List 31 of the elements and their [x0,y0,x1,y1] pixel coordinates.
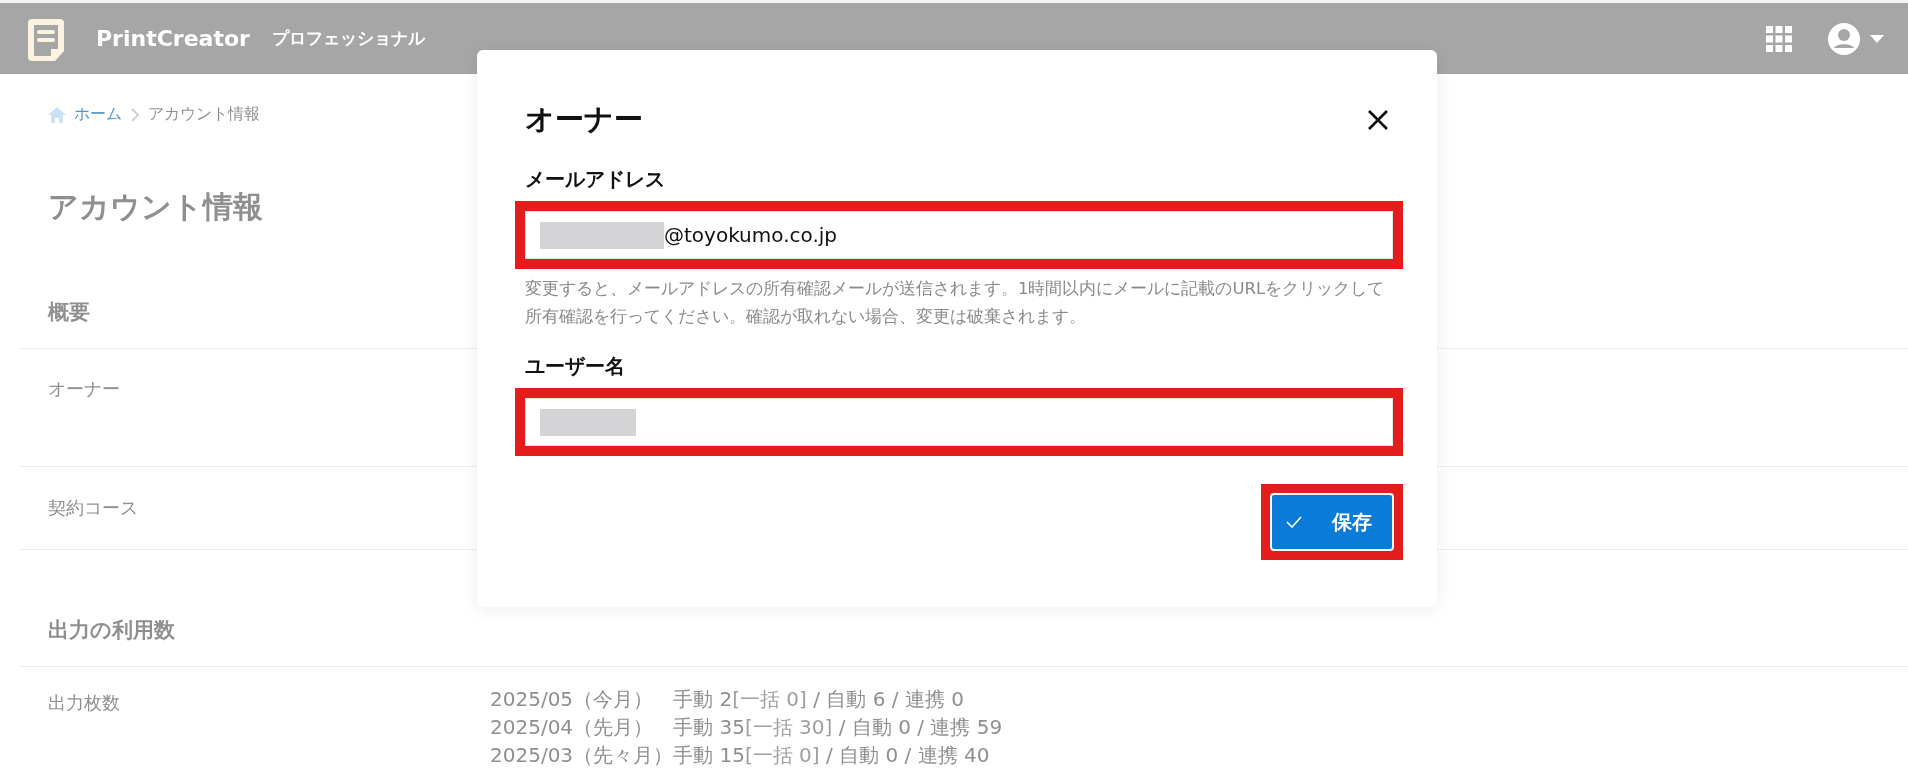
apps-grid-icon[interactable] [1766,25,1792,52]
close-icon[interactable] [1367,109,1389,131]
field-label: メールアドレス [525,166,666,193]
field-label: ユーザー名 [525,353,626,380]
usage-counts: 手動 2[一括 0] / 自動 6 / 連携 0 [673,686,965,713]
app-name: PrintCreator [96,26,250,51]
usage-month: 2025/03（先々月） [490,742,674,769]
save-button[interactable]: 保存 [1270,493,1394,551]
section-heading: 概要 [48,299,90,326]
row-label: オーナー [48,377,121,401]
chevron-icon [130,107,140,122]
usage-counts: 手動 15[一括 0] / 自動 0 / 連携 40 [673,742,991,769]
input-field[interactable]: @toyokumo.co.jp [525,211,1393,259]
usage-month: 2025/04（先月） [490,714,655,741]
usage-month: 2025/05（今月） [490,686,655,713]
usage-counts: 手動 35[一括 30] / 自動 0 / 連携 59 [673,714,1003,741]
dialog-title: オーナー [525,101,643,138]
page-title: アカウント情報 [48,188,263,226]
help-text: 変更すると、メールアドレスの所有確認メールが送信されます。1時間以内にメールに記載のURLをクリックして所有確認を行ってください。確認が取れない場合、変更は破棄されます。 [525,278,1385,328]
row-label: 出力枚数 [48,691,121,715]
breadcrumb-current: アカウント情報 [148,104,260,125]
breadcrumb-link[interactable]: ホーム [74,104,122,125]
input-field[interactable] [525,398,1393,446]
caret-icon[interactable] [1870,34,1884,43]
app-logo-icon [26,16,66,61]
section-heading: 出力の利用数 [48,617,175,644]
checkmark-icon [1286,516,1302,528]
home-icon[interactable] [48,106,66,123]
plan-label: プロフェッショナル [271,27,427,50]
row-label: 契約コース [48,496,139,520]
user-avatar-icon[interactable] [1828,22,1860,55]
